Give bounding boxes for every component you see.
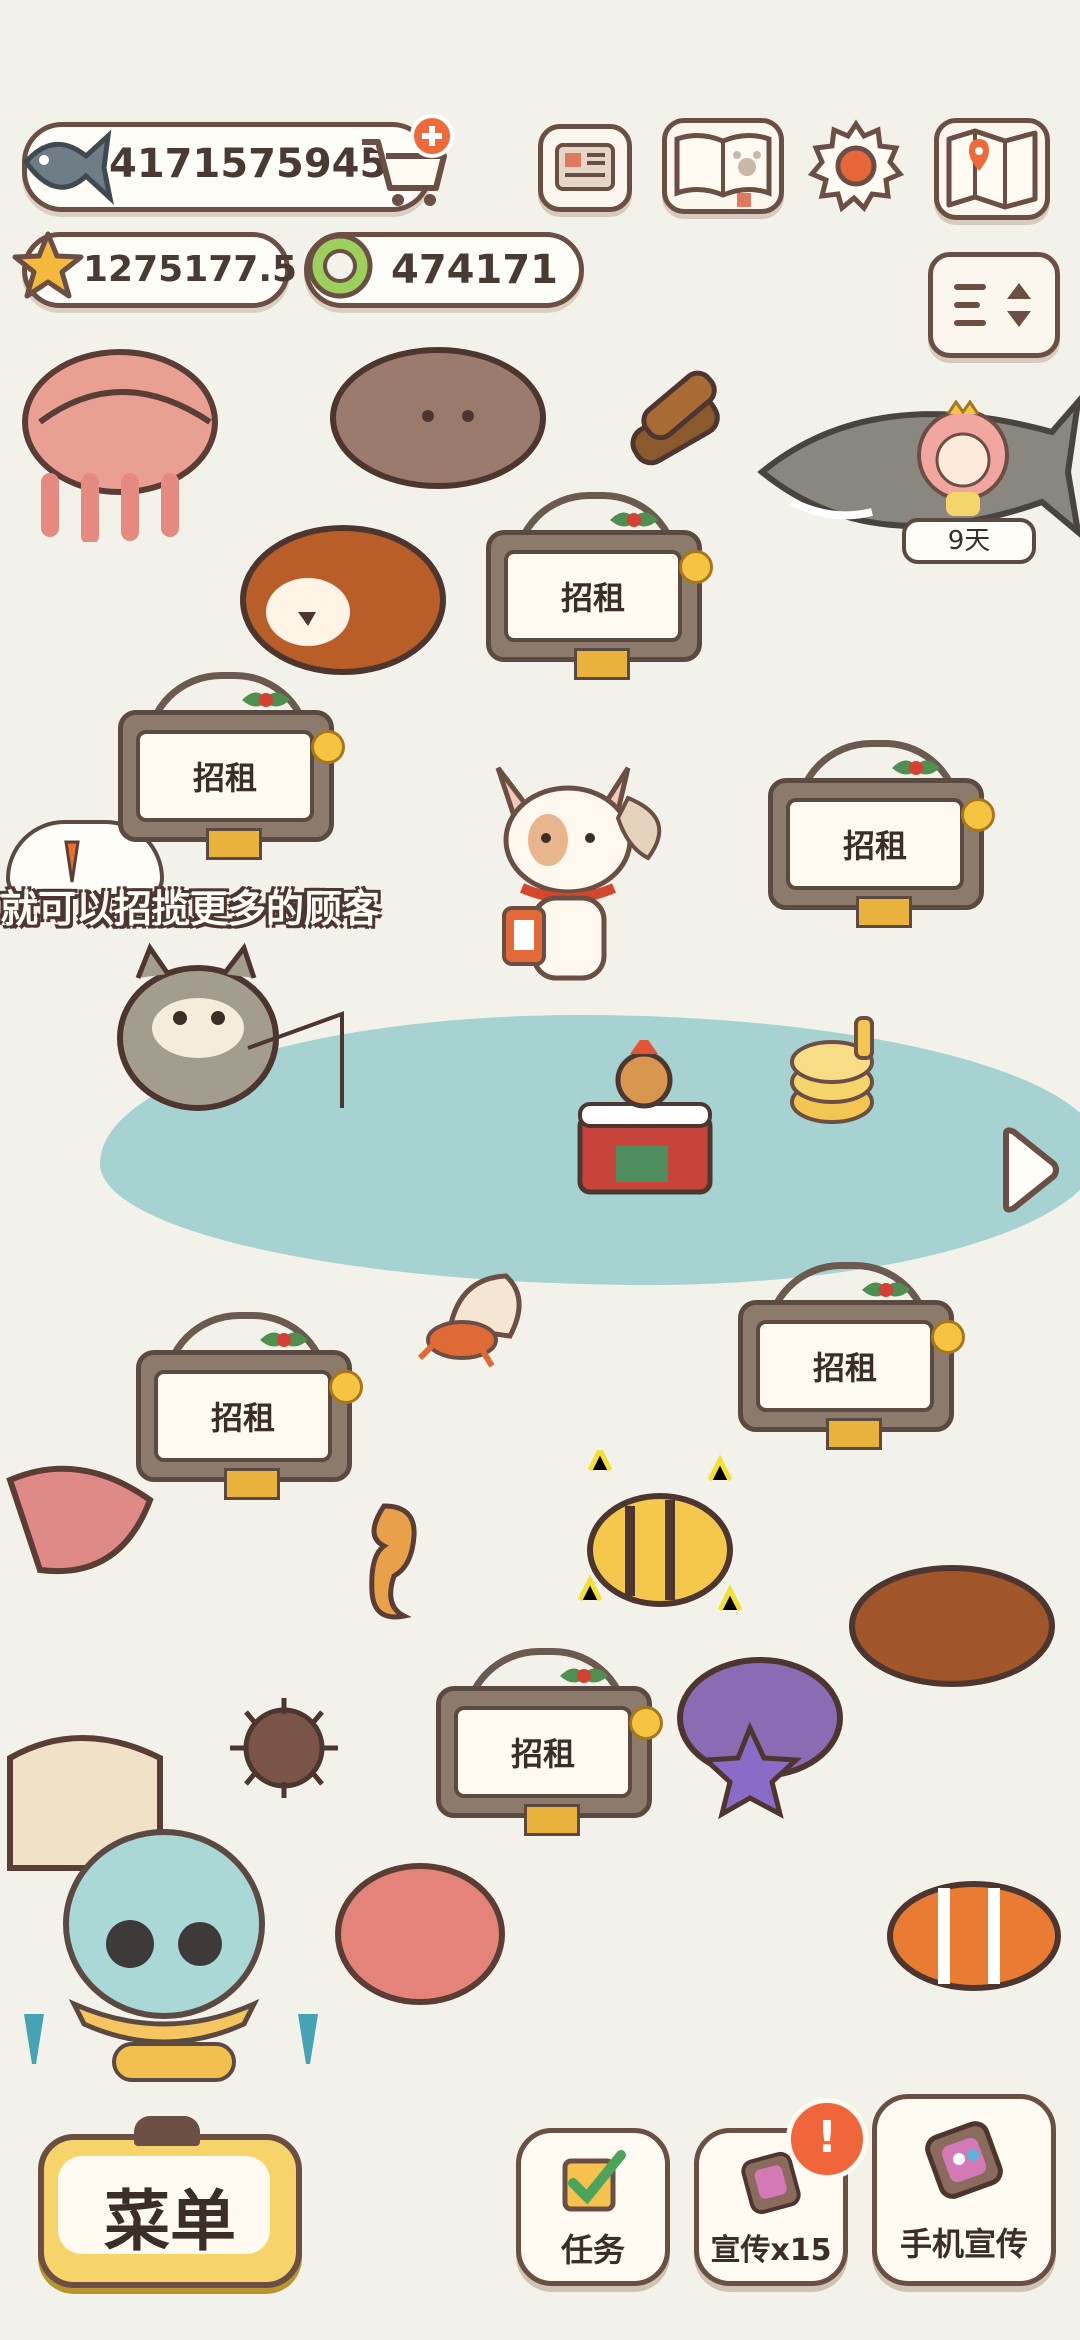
alert-badge: ! bbox=[786, 2098, 868, 2180]
sign-ribbon bbox=[224, 1468, 280, 1500]
crowd-clownfish[interactable] bbox=[884, 1876, 1064, 1996]
sea-urchin-small[interactable] bbox=[220, 1692, 350, 1802]
right-arrow-icon[interactable] bbox=[996, 1124, 1062, 1216]
crowd-logs[interactable] bbox=[616, 362, 736, 492]
coin-icon bbox=[679, 550, 713, 584]
gingerbread-boat[interactable] bbox=[560, 1040, 740, 1210]
map-button[interactable] bbox=[934, 118, 1050, 220]
cart-plus-button[interactable] bbox=[350, 112, 460, 212]
crowd-seal[interactable] bbox=[328, 334, 558, 494]
phone-promo-button[interactable]: 手机宣传 bbox=[872, 2094, 1056, 2286]
map-icon bbox=[946, 128, 1038, 210]
rent-sign-label: 招租 bbox=[136, 730, 314, 822]
menu-clip bbox=[134, 2116, 200, 2146]
fishbowl[interactable] bbox=[14, 1814, 344, 2084]
days-badge-text: 9天 bbox=[947, 526, 991, 556]
rent-sign[interactable]: 招租 bbox=[124, 1310, 363, 1500]
mermaid-icon bbox=[917, 399, 1009, 516]
menu-label: 菜单 bbox=[104, 2183, 236, 2260]
star-icon bbox=[12, 231, 84, 299]
coin-icon bbox=[961, 798, 995, 832]
sign-ribbon bbox=[574, 648, 630, 680]
news-button[interactable] bbox=[538, 124, 632, 212]
hermit-crab[interactable] bbox=[410, 1258, 540, 1378]
crowd-hedgehog[interactable] bbox=[228, 512, 458, 682]
rent-sign[interactable]: 招租 bbox=[106, 670, 345, 860]
sign-ribbon bbox=[206, 828, 262, 860]
phone-promo-label: 手机宣传 bbox=[899, 2225, 1028, 2263]
rent-sign[interactable]: 招租 bbox=[726, 1260, 965, 1450]
fishing-cat[interactable] bbox=[98, 918, 358, 1118]
sort-icon bbox=[954, 283, 1031, 327]
star-count: 1275177.5 bbox=[83, 249, 298, 290]
crowd-starfish[interactable] bbox=[660, 1648, 850, 1828]
rent-sign-label: 招租 bbox=[154, 1370, 332, 1462]
newspaper-icon bbox=[555, 143, 615, 191]
crowd-coral[interactable] bbox=[330, 1852, 510, 2012]
sign-ribbon bbox=[856, 896, 912, 928]
promo-label: 宣传x15 bbox=[710, 2233, 832, 2268]
coin-icon bbox=[311, 730, 345, 764]
settings-button[interactable] bbox=[807, 118, 905, 214]
tasks-button[interactable]: 任务 bbox=[516, 2128, 670, 2286]
ring-count: 474171 bbox=[391, 247, 558, 293]
crowd-jellyfish[interactable] bbox=[10, 332, 220, 542]
dog-shopkeeper[interactable] bbox=[478, 748, 678, 998]
paw-book-icon bbox=[674, 133, 772, 207]
crowd-sea-urchin[interactable] bbox=[842, 1550, 1062, 1690]
handbook-button[interactable] bbox=[662, 118, 784, 214]
coin-icon bbox=[931, 1320, 965, 1354]
alert-badge-text: ! bbox=[816, 2112, 838, 2163]
fish-count: 4171575945 bbox=[109, 141, 388, 187]
rent-sign[interactable]: 招租 bbox=[474, 490, 713, 680]
rent-sign[interactable]: 招租 bbox=[756, 738, 995, 928]
coin-stack[interactable] bbox=[786, 1012, 886, 1132]
gear-icon bbox=[807, 119, 905, 213]
sign-ribbon bbox=[524, 1804, 580, 1836]
days-badge: 9天 bbox=[902, 518, 1036, 564]
rent-sign-label: 招租 bbox=[786, 798, 964, 890]
sign-ribbon bbox=[826, 1418, 882, 1450]
rent-sign[interactable]: 招租 bbox=[424, 1646, 663, 1836]
striped-fish-sparkle[interactable] bbox=[560, 1450, 750, 1640]
tasks-label: 任务 bbox=[560, 2231, 625, 2269]
sort-button[interactable] bbox=[928, 252, 1060, 358]
rent-sign-label: 招租 bbox=[504, 550, 682, 642]
check-icon bbox=[562, 2150, 626, 2212]
coin-icon bbox=[629, 1706, 663, 1740]
phone-promo-icon bbox=[925, 2121, 1003, 2199]
ring-icon bbox=[307, 233, 373, 299]
rent-sign-label: 招租 bbox=[454, 1706, 632, 1798]
seahorse[interactable] bbox=[344, 1496, 434, 1626]
rent-sign-label: 招租 bbox=[756, 1320, 934, 1412]
tip-text: 就可以招揽更多的顾客 bbox=[0, 887, 381, 931]
cart-plus-icon bbox=[362, 114, 454, 206]
fish-icon bbox=[22, 129, 114, 206]
mermaid-visitor[interactable] bbox=[908, 399, 1018, 520]
menu-button[interactable]: 菜单 bbox=[38, 2116, 302, 2288]
coin-icon bbox=[329, 1370, 363, 1404]
